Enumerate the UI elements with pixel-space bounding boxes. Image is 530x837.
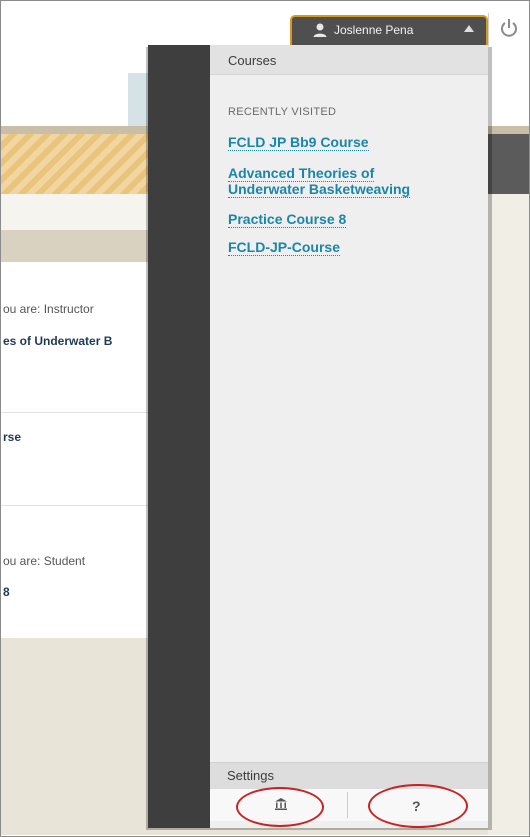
highlight-circle [368,784,468,828]
role-instructor-text: ou are: Instructor [3,302,94,316]
recent-course-link[interactable]: Practice Course 8 [228,211,473,228]
user-menu-button[interactable]: Joslenne Pena [292,17,486,45]
row-divider [1,412,151,413]
recently-visited-label: RECENTLY VISITED [228,106,337,118]
right-edge-dark [488,134,529,194]
user-name: Joslenne Pena [334,23,414,37]
recent-course-link[interactable]: Advanced Theories of Underwater Basketwe… [228,165,473,198]
background-course-link-3[interactable]: 8 [3,585,10,599]
caret-up-icon [464,25,474,32]
header-stripe-band [1,134,151,194]
recent-course-link[interactable]: FCLD JP Bb9 Course [228,134,473,151]
courses-title: Courses [228,53,277,68]
settings-title: Settings [227,768,274,783]
logout-button[interactable] [488,13,529,46]
right-edge-panel [488,194,529,835]
background-course-link-2[interactable]: rse [3,430,21,444]
power-icon [501,19,517,37]
panel-left-rail [148,45,210,828]
role-student-text: ou are: Student [3,554,86,568]
module-spacer [1,194,151,230]
row-divider [1,505,151,506]
recent-course-link[interactable]: FCLD-JP-Course [228,239,473,256]
user-icon [313,23,327,37]
background-course-link-1[interactable]: es of Underwater B [3,334,112,348]
courses-panel [210,45,488,828]
highlight-circle [236,787,324,827]
module-body [1,262,151,638]
module-header [1,230,151,263]
